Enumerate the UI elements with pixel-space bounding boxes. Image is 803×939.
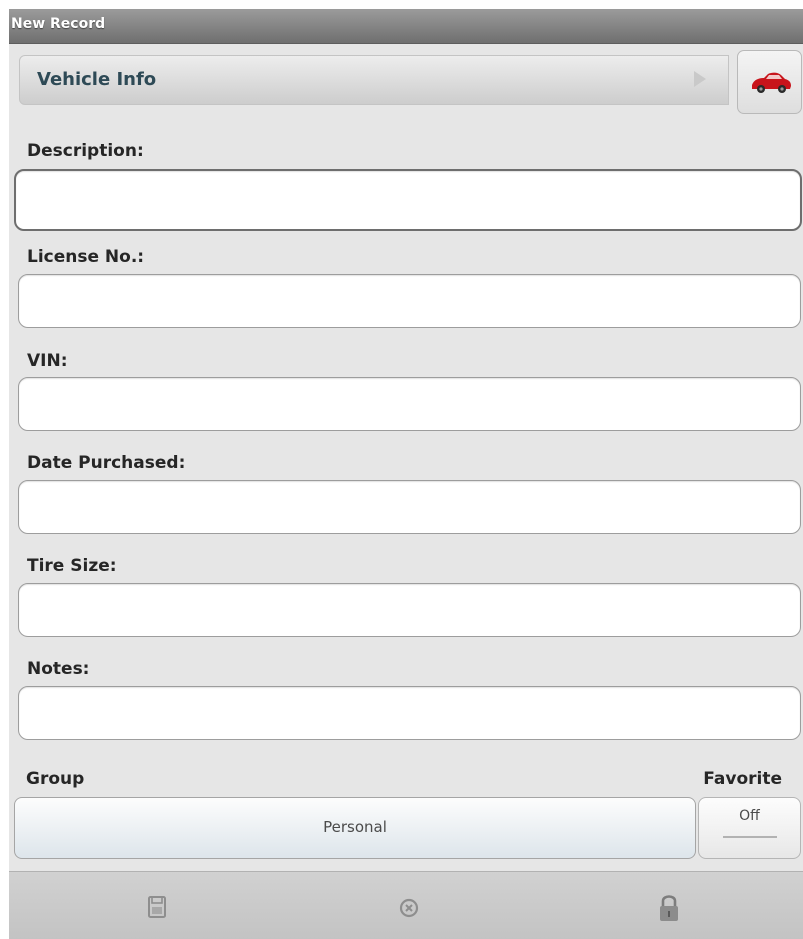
description-input[interactable] [14, 169, 802, 231]
category-selector[interactable]: Vehicle Info [19, 55, 729, 105]
window-title: New Record [11, 16, 106, 32]
title-bar: New Record [9, 9, 803, 44]
lock-icon [660, 895, 678, 921]
category-label: Vehicle Info [37, 69, 157, 90]
vin-input[interactable] [18, 377, 801, 431]
chevron-right-icon [694, 71, 706, 87]
group-value: Personal [323, 818, 387, 836]
license-label: License No.: [27, 247, 145, 267]
save-button[interactable] [135, 886, 179, 930]
cancel-icon [399, 898, 419, 918]
bottom-toolbar [9, 871, 803, 939]
favorite-value: Off [739, 808, 760, 824]
vin-label: VIN: [27, 351, 68, 371]
favorite-toggle[interactable]: Off [698, 797, 801, 859]
group-select[interactable]: Personal [14, 797, 696, 859]
favorite-label: Favorite [703, 769, 782, 789]
toggle-indicator [723, 836, 777, 838]
date-purchased-input[interactable] [18, 480, 801, 534]
license-input[interactable] [18, 274, 801, 328]
description-label: Description: [27, 141, 144, 161]
notes-input[interactable] [18, 686, 801, 740]
vehicle-type-button[interactable] [737, 50, 802, 114]
date-purchased-label: Date Purchased: [27, 453, 186, 473]
lock-button[interactable] [647, 886, 691, 930]
new-record-screen: New Record Vehicle Info Description: Lic… [9, 9, 803, 939]
notes-label: Notes: [27, 659, 90, 679]
group-label: Group [26, 769, 85, 789]
tire-size-label: Tire Size: [27, 556, 117, 576]
car-icon [752, 72, 791, 93]
save-icon [148, 896, 166, 918]
tire-size-input[interactable] [18, 583, 801, 637]
cancel-button[interactable] [387, 886, 431, 930]
